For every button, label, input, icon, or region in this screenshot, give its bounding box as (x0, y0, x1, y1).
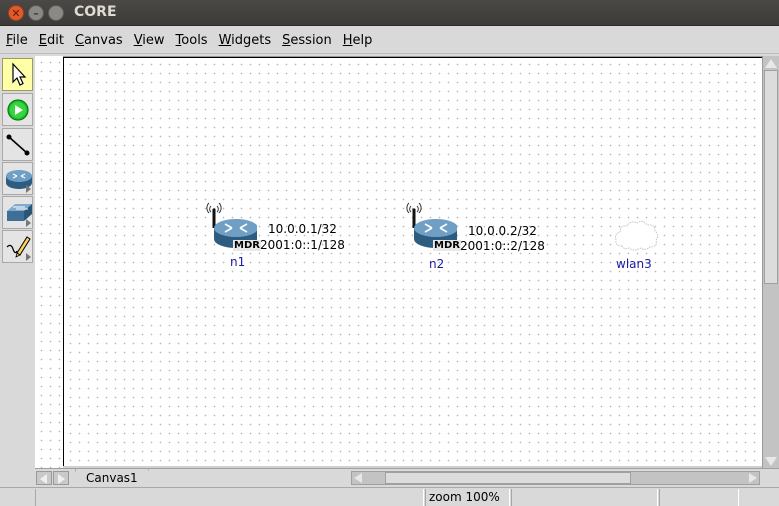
start-session-button[interactable] (2, 93, 33, 126)
submenu-arrow-icon (26, 185, 31, 193)
node-n1[interactable]: MDR (201, 197, 261, 257)
minimize-window-button[interactable]: – (28, 5, 44, 21)
previous-canvas-button[interactable] (36, 471, 52, 485)
scroll-up-icon[interactable] (765, 59, 777, 68)
status-message (35, 489, 424, 506)
select-icon (12, 62, 27, 86)
triangle-right-icon (58, 474, 65, 484)
link-tool-button[interactable] (2, 128, 33, 161)
menu-tools[interactable]: Tools (176, 33, 208, 48)
node-label-n2: n2 (429, 257, 445, 271)
node-n2[interactable]: MDR (401, 197, 461, 257)
node-label-n1: n1 (230, 255, 246, 269)
wireless-cloud-icon (615, 220, 659, 251)
horizontal-scrollbar[interactable] (351, 471, 760, 485)
link-layer-tool-button[interactable] (2, 196, 33, 229)
close-window-button[interactable]: ✕ (8, 5, 24, 21)
submenu-arrow-icon (26, 219, 31, 227)
core-window: ✕ – CORE File Edit Canvas View Tools Wid… (0, 0, 779, 506)
menu-session[interactable]: Session (282, 33, 332, 48)
node-n1-ipv6: 2001:0::1/128 (260, 238, 345, 252)
start-session-icon (7, 99, 29, 121)
vertical-scrollbar[interactable] (762, 56, 779, 468)
menu-edit[interactable]: Edit (39, 33, 64, 48)
topology-canvas[interactable]: MDR n1 10.0.0.1/32 2001:0::1/128 MDR n2 … (63, 57, 762, 466)
canvas-tab-bar: Canvas1 (35, 468, 779, 488)
menu-view[interactable]: View (134, 33, 165, 48)
vertical-scroll-thumb[interactable] (764, 70, 778, 284)
node-type-badge: MDR (233, 240, 261, 251)
scroll-left-icon[interactable] (354, 473, 362, 483)
window-title: CORE (74, 4, 117, 20)
menu-file[interactable]: File (6, 33, 28, 48)
node-wlan3[interactable] (612, 216, 660, 254)
scroll-right-icon[interactable] (749, 473, 757, 483)
next-canvas-button[interactable] (53, 471, 69, 485)
network-layer-tool-button[interactable] (2, 162, 33, 195)
maximize-window-button[interactable] (48, 5, 64, 21)
menu-canvas[interactable]: Canvas (75, 33, 123, 48)
status-cell-extra (659, 489, 739, 506)
node-label-wlan3: wlan3 (616, 257, 652, 271)
submenu-arrow-icon (26, 253, 31, 261)
status-cell-emulation (511, 489, 658, 506)
canvas-margin (35, 56, 63, 468)
tab-canvas1[interactable]: Canvas1 (75, 469, 149, 488)
menu-help[interactable]: Help (343, 33, 373, 48)
menu-widgets[interactable]: Widgets (219, 33, 272, 48)
node-n2-ipv4: 10.0.0.2/32 (468, 224, 537, 238)
select-tool-button[interactable] (2, 58, 33, 91)
zoom-status: zoom 100% (425, 489, 510, 506)
annotation-tool-button[interactable] (2, 230, 33, 263)
menu-bar: File Edit Canvas View Tools Widgets Sess… (0, 27, 779, 54)
status-bar: zoom 100% (0, 487, 779, 506)
horizontal-scroll-thumb[interactable] (385, 472, 631, 484)
tool-palette (0, 56, 35, 470)
node-n1-ipv4: 10.0.0.1/32 (268, 222, 337, 236)
title-bar: ✕ – CORE (0, 0, 779, 26)
triangle-left-icon (40, 474, 47, 484)
node-n2-ipv6: 2001:0::2/128 (460, 239, 545, 253)
link-tool-icon (6, 134, 30, 156)
scroll-down-icon[interactable] (765, 457, 777, 466)
node-type-badge: MDR (433, 240, 461, 251)
